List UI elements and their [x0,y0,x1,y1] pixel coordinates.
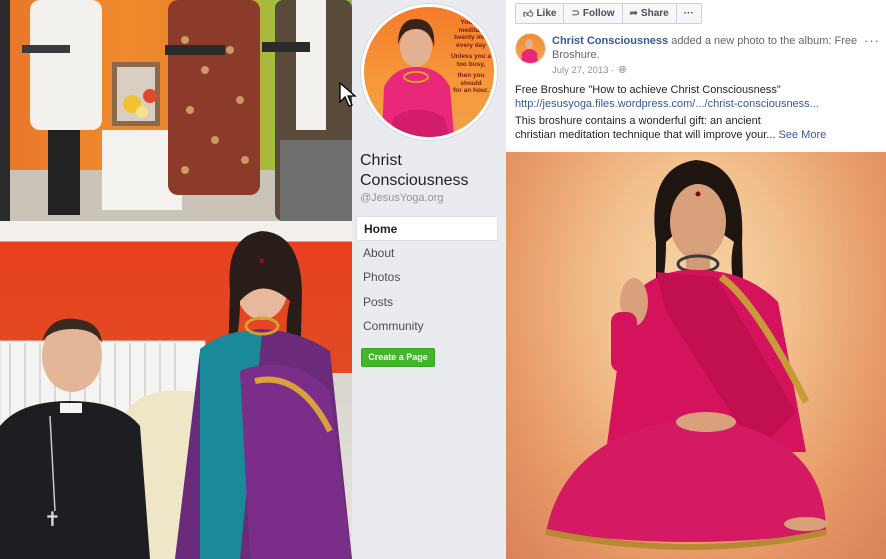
rss-icon: ⊃ [571,8,580,19]
svg-text:✝: ✝ [44,507,61,531]
nav-item-home[interactable]: Home [356,216,498,241]
mouse-cursor-icon [339,82,357,107]
post-options-icon[interactable]: ··· [864,33,880,48]
post-panel: 👍︎ Like ⊃ Follow ➦ Share ··· Christ Cons… [506,0,886,559]
nav-item-photos[interactable]: Photos [356,265,498,290]
share-arrow-icon: ➦ [629,8,638,19]
post-meta: July 27, 2013 · 🌐︎ [552,65,626,76]
nav-item-community[interactable]: Community [356,314,498,339]
post-date[interactable]: July 27, 2013 · [552,65,614,76]
couple-photo-bottom: ✝ [0,221,352,559]
more-options-button[interactable]: ··· [677,4,701,23]
author-name-link[interactable]: Christ Consciousness [552,35,668,47]
post-text-line: This broshure contains a wonderful gift:… [515,115,761,127]
nav-item-posts[interactable]: Posts [356,290,498,315]
post-photo[interactable] [506,152,886,559]
page-sidebar: You sh meditati twenty min every day Unl… [352,0,506,559]
post-link[interactable]: http://jesusyoga.files.wordpress.com/...… [515,97,880,111]
author-avatar[interactable] [515,33,546,64]
page-handle[interactable]: @JesusYoga.org [360,192,444,204]
create-page-button[interactable]: Create a Page [361,348,435,367]
globe-icon: 🌐︎ [618,65,627,76]
page-profile-picture[interactable]: You sh meditati twenty min every day Unl… [361,4,497,140]
nav-item-about[interactable]: About [356,241,498,266]
thumbs-up-icon: 👍︎ [523,8,534,20]
see-more-link[interactable]: See More [779,129,827,141]
page-title[interactable]: Christ Consciousness [360,151,500,191]
like-button[interactable]: 👍︎ Like [516,4,565,23]
page-nav: Home About Photos Posts Community [356,216,498,339]
share-button[interactable]: ➦ Share [623,4,677,23]
post-headline: Christ Consciousness added a new photo t… [552,34,858,62]
page-action-bar: 👍︎ Like ⊃ Follow ➦ Share ··· [515,3,702,24]
post-text-line: Free Broshure "How to achieve Christ Con… [515,84,781,96]
profile-badge-text: You sh meditati twenty min every day Unl… [450,19,492,94]
follow-button[interactable]: ⊃ Follow [564,4,623,23]
post-text-line: christian meditation technique that will… [515,129,827,141]
post-text: Free Broshure "How to achieve Christ Con… [515,83,880,142]
group-photo-top [0,0,352,221]
